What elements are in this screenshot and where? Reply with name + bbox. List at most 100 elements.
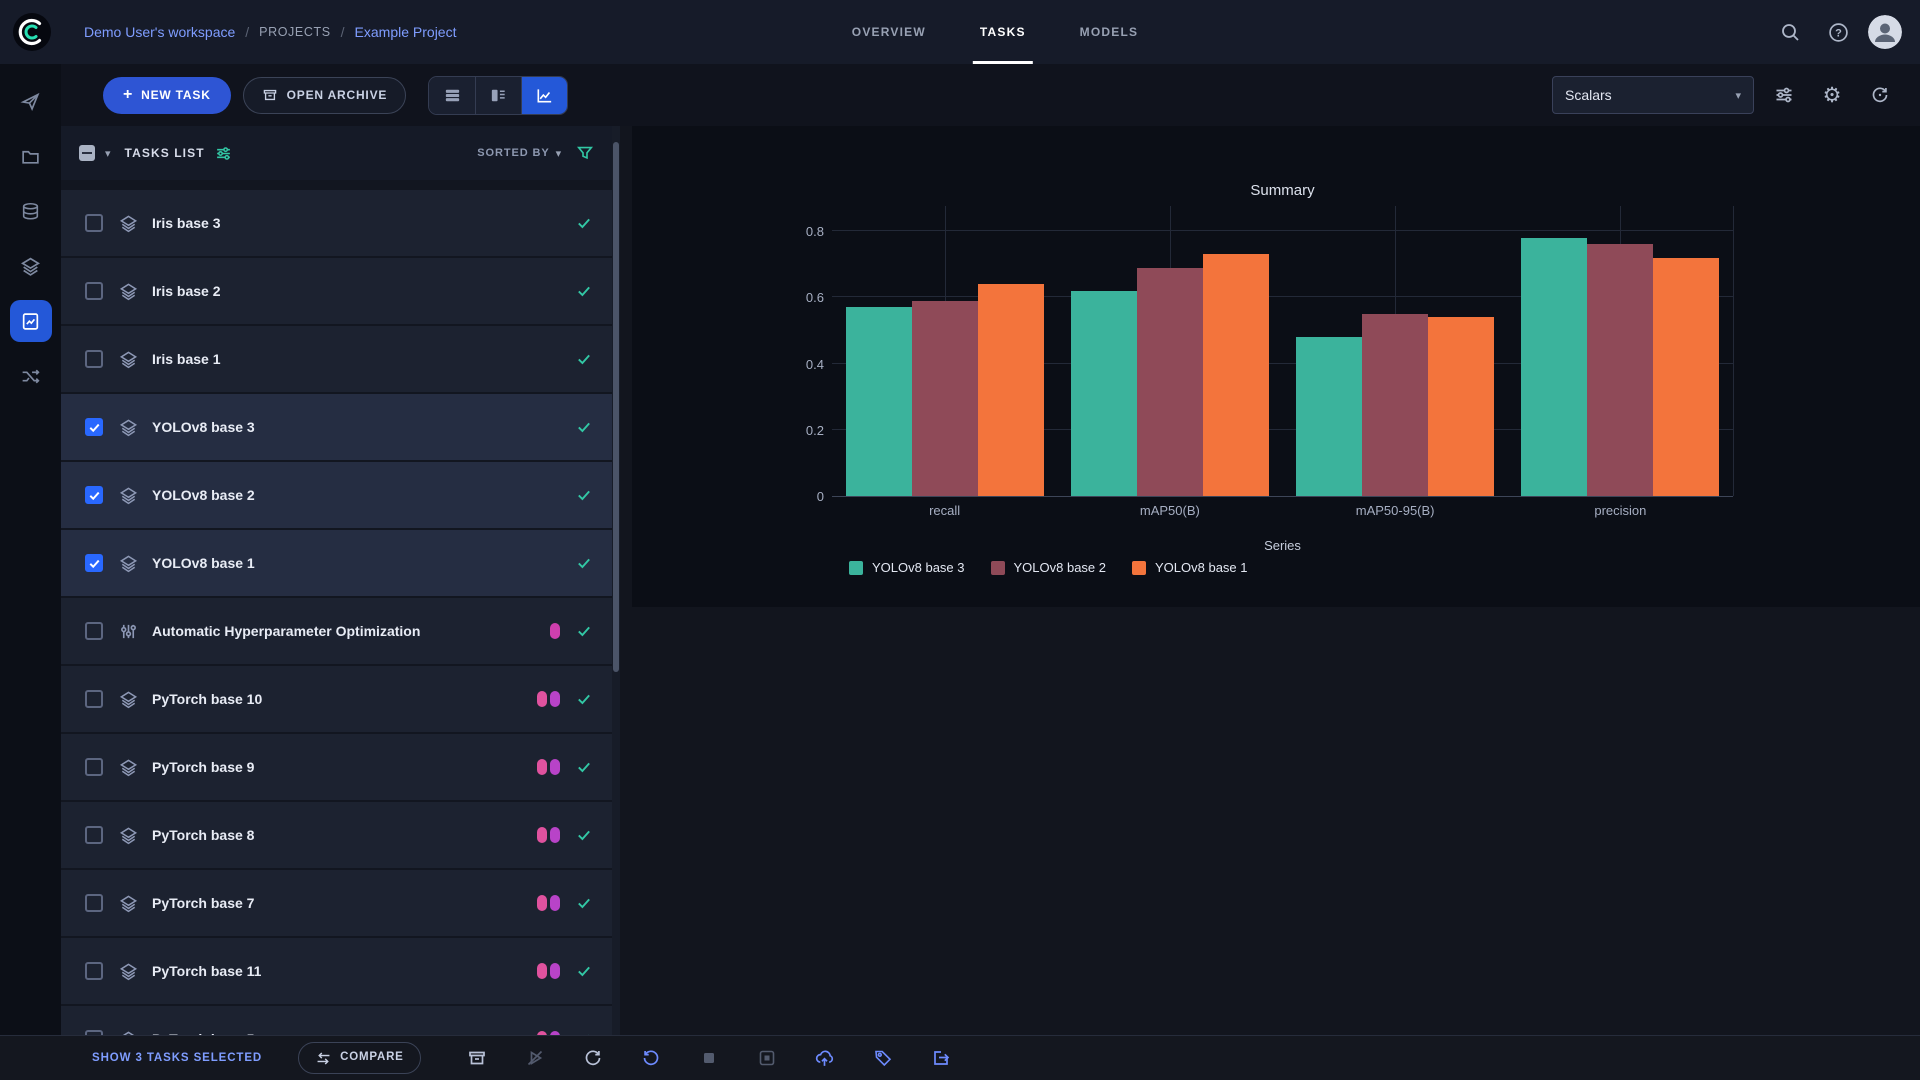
task-name[interactable]: Iris base 2 xyxy=(152,283,221,299)
task-row[interactable]: PyTorch base 10 xyxy=(61,666,612,732)
task-checkbox[interactable] xyxy=(85,486,103,504)
caret-down-icon[interactable]: ▾ xyxy=(105,147,111,160)
task-name[interactable]: YOLOv8 base 3 xyxy=(152,419,255,435)
task-checkbox[interactable] xyxy=(85,350,103,368)
svg-text:?: ? xyxy=(1835,27,1842,39)
scrollbar-thumb[interactable] xyxy=(613,142,619,672)
sidebar-item-reports[interactable] xyxy=(10,300,52,342)
publish-icon[interactable] xyxy=(813,1046,837,1070)
task-row-right xyxy=(537,691,592,707)
task-checkbox[interactable] xyxy=(85,690,103,708)
task-name[interactable]: YOLOv8 base 2 xyxy=(152,487,255,503)
move-to-project-icon[interactable] xyxy=(929,1046,953,1070)
split-view-button[interactable] xyxy=(475,77,521,114)
task-type-icon xyxy=(119,826,138,845)
tab-models[interactable]: MODELS xyxy=(1053,0,1166,64)
task-row[interactable]: Iris base 3 xyxy=(61,190,612,256)
dequeue-icon[interactable] xyxy=(523,1046,547,1070)
paper-plane-icon xyxy=(20,91,41,112)
refresh-icon[interactable] xyxy=(581,1046,605,1070)
compare-button[interactable]: COMPARE xyxy=(298,1042,421,1074)
task-name[interactable]: PyTorch base 8 xyxy=(152,827,254,843)
task-checkbox[interactable] xyxy=(85,622,103,640)
legend-label: YOLOv8 base 2 xyxy=(1014,560,1107,575)
breadcrumb-project-link[interactable]: Example Project xyxy=(355,24,457,40)
legend-item[interactable]: YOLOv8 base 2 xyxy=(991,560,1107,575)
task-name[interactable]: PyTorch base 10 xyxy=(152,691,262,707)
sidebar-item-pipelines[interactable] xyxy=(10,245,52,287)
task-name[interactable]: Iris base 3 xyxy=(152,215,221,231)
show-selected-button[interactable]: SHOW 3 TASKS SELECTED xyxy=(92,1052,262,1064)
open-archive-button[interactable]: OPEN ARCHIVE xyxy=(243,77,407,114)
tab-tasks[interactable]: TASKS xyxy=(953,0,1053,64)
task-row-right xyxy=(560,351,592,367)
sorted-by-dropdown[interactable]: SORTED BY ▾ xyxy=(477,147,562,160)
task-row[interactable]: YOLOv8 base 1 xyxy=(61,530,612,596)
task-row-right xyxy=(537,827,592,843)
task-row[interactable]: PyTorch base 11 xyxy=(61,938,612,1004)
sidebar-item-workers-queues[interactable] xyxy=(10,355,52,397)
breadcrumb-projects-link[interactable]: PROJECTS xyxy=(259,25,330,39)
select-all-checkbox[interactable] xyxy=(79,145,95,161)
task-row[interactable]: PyTorch base 9 xyxy=(61,734,612,800)
task-checkbox[interactable] xyxy=(85,758,103,776)
add-tag-icon[interactable] xyxy=(871,1046,895,1070)
abort-all-children-icon[interactable] xyxy=(755,1046,779,1070)
task-row[interactable]: Iris base 2 xyxy=(61,258,612,324)
task-row[interactable]: PyTorch base 8 xyxy=(61,802,612,868)
task-checkbox[interactable] xyxy=(85,418,103,436)
x-tick-label: recall xyxy=(832,503,1057,518)
tasks-scrollbar[interactable] xyxy=(612,126,620,1035)
task-checkbox[interactable] xyxy=(85,894,103,912)
auto-refresh-icon[interactable] xyxy=(1862,77,1898,113)
task-checkbox[interactable] xyxy=(85,962,103,980)
search-icon[interactable] xyxy=(1772,14,1808,50)
new-task-button[interactable]: + NEW TASK xyxy=(103,77,231,114)
task-row-right xyxy=(560,215,592,231)
tab-overview[interactable]: OVERVIEW xyxy=(825,0,953,64)
footer-action-icons xyxy=(465,1046,953,1070)
chart-view-button[interactable] xyxy=(521,77,567,114)
task-checkbox[interactable] xyxy=(85,214,103,232)
task-completed-icon xyxy=(576,487,592,503)
archive-icon[interactable] xyxy=(465,1046,489,1070)
task-checkbox[interactable] xyxy=(85,826,103,844)
task-row[interactable]: YOLOv8 base 2 xyxy=(61,462,612,528)
layers-icon xyxy=(119,826,138,845)
sidebar-item-projects[interactable] xyxy=(10,135,52,177)
task-row[interactable]: Iris base 1 xyxy=(61,326,612,392)
metric-dropdown[interactable]: Scalars ▾ xyxy=(1552,76,1754,114)
task-name[interactable]: PyTorch base 11 xyxy=(152,963,261,979)
settings-gear-icon[interactable]: ⚙ xyxy=(1814,77,1850,113)
reset-icon[interactable] xyxy=(639,1046,663,1070)
sidebar-item-dashboard[interactable] xyxy=(10,80,52,122)
check-icon xyxy=(88,557,101,570)
task-name[interactable]: Iris base 1 xyxy=(152,351,221,367)
task-row[interactable]: Automatic Hyperparameter Optimization xyxy=(61,598,612,664)
clearml-logo[interactable] xyxy=(0,0,64,64)
user-avatar[interactable] xyxy=(1868,15,1902,49)
plus-icon: + xyxy=(123,87,133,103)
task-row[interactable]: PyTorch base 7 xyxy=(61,870,612,936)
tune-icon[interactable] xyxy=(215,145,232,162)
help-icon[interactable]: ? xyxy=(1820,14,1856,50)
task-name[interactable]: PyTorch base 9 xyxy=(152,759,254,775)
tasks-panel-header-right: SORTED BY ▾ xyxy=(477,144,594,162)
task-checkbox[interactable] xyxy=(85,282,103,300)
task-name[interactable]: YOLOv8 base 1 xyxy=(152,555,255,571)
task-checkbox[interactable] xyxy=(85,554,103,572)
task-name[interactable]: Automatic Hyperparameter Optimization xyxy=(152,623,420,639)
task-type-icon xyxy=(119,622,138,641)
legend-item[interactable]: YOLOv8 base 1 xyxy=(1132,560,1248,575)
tune-icon[interactable] xyxy=(1766,77,1802,113)
sidebar-item-datasets[interactable] xyxy=(10,190,52,232)
abort-icon[interactable] xyxy=(697,1046,721,1070)
task-row-right xyxy=(560,555,592,571)
breadcrumb-workspace-link[interactable]: Demo User's workspace xyxy=(84,24,235,40)
legend-item[interactable]: YOLOv8 base 3 xyxy=(849,560,965,575)
table-view-button[interactable] xyxy=(429,77,475,114)
task-row[interactable]: YOLOv8 base 3 xyxy=(61,394,612,460)
task-row[interactable]: PyTorch base 5 xyxy=(61,1006,612,1035)
task-name[interactable]: PyTorch base 7 xyxy=(152,895,254,911)
filter-funnel-icon[interactable] xyxy=(576,144,594,162)
